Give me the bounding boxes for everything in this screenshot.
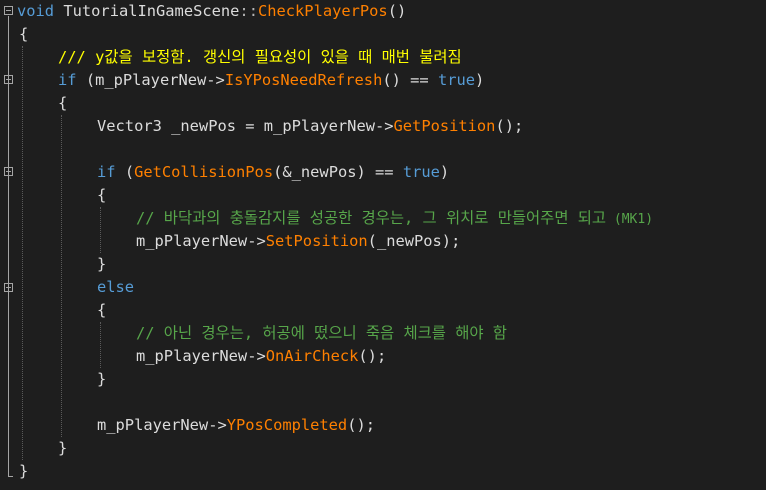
- code-line-8[interactable]: if (GetCollisionPos(&_newPos) == true): [0, 161, 766, 184]
- code-line-4[interactable]: if (m_pPlayerNew->IsYPosNeedRefresh() ==…: [0, 69, 766, 92]
- function-call: OnAirCheck: [265, 347, 359, 365]
- function-call: GetPosition: [393, 117, 496, 135]
- function-call: GetCollisionPos: [134, 163, 274, 181]
- comment-tag: (MK1): [606, 212, 654, 227]
- code-text: (: [115, 163, 135, 181]
- function-call: IsYPosNeedRefresh: [224, 71, 383, 89]
- doc-comment-slashes: ///: [58, 48, 86, 66]
- code-line-9[interactable]: {: [0, 184, 766, 207]
- close-brace: }: [97, 370, 107, 388]
- code-text: ();: [347, 416, 376, 434]
- code-line-11[interactable]: m_pPlayerNew->SetPosition(_newPos);: [0, 230, 766, 253]
- class-name: TutorialInGameScene: [63, 2, 240, 20]
- code-text: ): [475, 71, 485, 89]
- paren: (): [387, 2, 407, 20]
- code-line-10[interactable]: // 바닥과의 충돌감지를 성공한 경우는, 그 위치로 만들어주면 되고 (M…: [0, 207, 766, 230]
- code-line-19[interactable]: m_pPlayerNew->YPosCompleted();: [0, 414, 766, 437]
- code-line-21[interactable]: }: [0, 460, 766, 483]
- code-line-1[interactable]: void TutorialInGameScene::CheckPlayerPos…: [0, 0, 766, 23]
- code-line-18[interactable]: [0, 391, 766, 414]
- code-text: m_pPlayerNew->: [97, 416, 227, 434]
- keyword-void: void: [17, 2, 55, 20]
- open-brace: {: [97, 301, 107, 319]
- code-text: ();: [495, 117, 524, 135]
- keyword-else: else: [97, 278, 135, 296]
- code-line-20[interactable]: }: [0, 437, 766, 460]
- code-text: (m_pPlayerNew->: [76, 71, 225, 89]
- function-call: YPosCompleted: [226, 416, 348, 434]
- open-brace: {: [19, 25, 29, 43]
- code-line-3[interactable]: /// y값을 보정함. 갱신의 필요성이 있을 때 매번 불려짐: [0, 46, 766, 69]
- code-text: () ==: [382, 71, 438, 89]
- code-text: ): [439, 163, 450, 181]
- code-text: m_pPlayerNew->: [136, 347, 266, 365]
- code-text: (&_newPos) ==: [273, 163, 403, 181]
- code-text: Vector3 _newPos = m_pPlayerNew->: [97, 117, 394, 135]
- keyword-if: if: [97, 163, 116, 181]
- code-line-6[interactable]: Vector3 _newPos = m_pPlayerNew->GetPosit…: [0, 115, 766, 138]
- function-name: CheckPlayerPos: [257, 2, 388, 20]
- code-line-16[interactable]: m_pPlayerNew->OnAirCheck();: [0, 345, 766, 368]
- comment-text: // 아닌 경우는, 허공에 떴으니 죽음 체크를 해야 함: [136, 324, 507, 342]
- code-text: ();: [358, 347, 387, 365]
- close-brace: }: [97, 255, 107, 273]
- code-line-14[interactable]: {: [0, 299, 766, 322]
- keyword-true: true: [437, 71, 476, 89]
- keyword-if: if: [58, 71, 77, 89]
- code-line-17[interactable]: }: [0, 368, 766, 391]
- close-brace: }: [19, 462, 29, 480]
- close-brace: }: [58, 439, 68, 457]
- open-brace: {: [97, 186, 107, 204]
- doc-comment-text: y값을 보정함. 갱신의 필요성이 있을 때 매번 불려짐: [95, 48, 462, 66]
- open-brace: {: [58, 94, 68, 112]
- scope-operator: ::: [239, 2, 258, 20]
- keyword-true: true: [402, 163, 440, 181]
- code-line-5[interactable]: {: [0, 92, 766, 115]
- code-text: m_pPlayerNew->: [136, 232, 266, 250]
- function-call: SetPosition: [265, 232, 368, 250]
- comment-text: // 바닥과의 충돌감지를 성공한 경우는, 그 위치로 만들어주면 되고: [136, 209, 607, 227]
- code-line-12[interactable]: }: [0, 253, 766, 276]
- code-editor[interactable]: void TutorialInGameScene::CheckPlayerPos…: [0, 0, 766, 490]
- code-line-13[interactable]: else: [0, 276, 766, 299]
- code-line-2[interactable]: {: [0, 23, 766, 46]
- code-text: (_newPos);: [367, 232, 461, 250]
- code-line-15[interactable]: // 아닌 경우는, 허공에 떴으니 죽음 체크를 해야 함: [0, 322, 766, 345]
- code-line-7[interactable]: [0, 138, 766, 161]
